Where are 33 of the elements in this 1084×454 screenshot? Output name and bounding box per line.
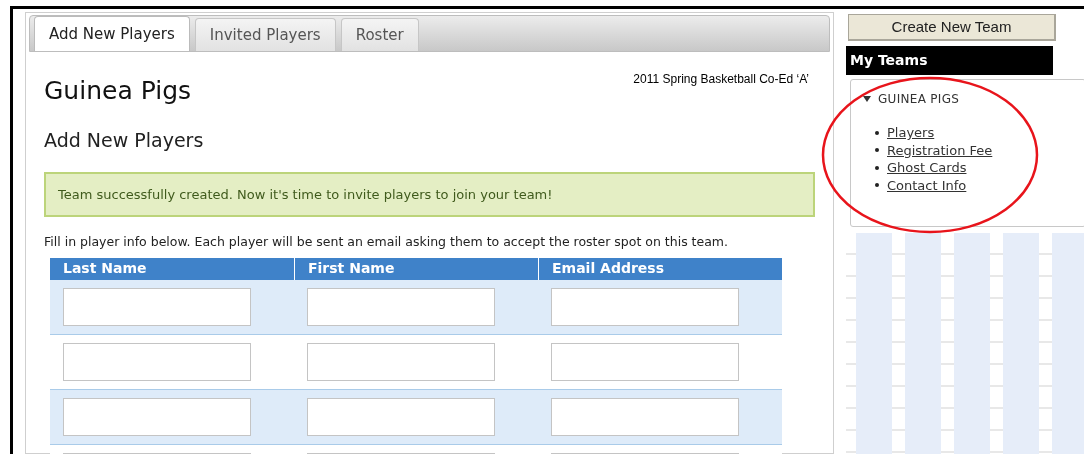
bullet-icon (875, 130, 879, 135)
team-link[interactable]: Contact Info (887, 175, 967, 195)
column-header: Email Address (538, 257, 782, 280)
text-input[interactable] (551, 397, 739, 436)
league-name: 2011 Spring Basketball Co-Ed ‘A’ (633, 71, 809, 88)
text-input[interactable] (63, 342, 251, 381)
team-link[interactable]: Registration Fee (887, 140, 993, 160)
text-input[interactable] (63, 397, 251, 436)
triangle-down-icon (863, 96, 871, 102)
team-name: GUINEA PIGS (878, 91, 960, 108)
team-link[interactable]: Ghost Cards (887, 158, 967, 178)
text-input[interactable] (551, 287, 739, 326)
success-message: Team successfully created. Now it's time to invite players to join your team! (44, 172, 815, 217)
section-title: Add New Players (44, 127, 205, 153)
column-header: First Name (294, 257, 538, 280)
text-input[interactable] (307, 397, 495, 436)
tab[interactable]: Invited Players (194, 18, 336, 51)
team-link[interactable]: Players (887, 123, 935, 143)
team-toggle[interactable]: GUINEA PIGS (863, 90, 960, 108)
text-input[interactable] (551, 342, 739, 381)
bullet-icon (875, 148, 879, 153)
text-input[interactable] (307, 342, 495, 381)
tab[interactable]: Add New Players (34, 16, 190, 51)
bullet-icon (875, 183, 879, 188)
bullet-icon (875, 165, 879, 170)
text-input[interactable] (63, 287, 251, 326)
tab[interactable]: Roster (340, 18, 419, 51)
create-team-button[interactable]: Create New Team (848, 14, 1056, 41)
text-input[interactable] (307, 287, 495, 326)
column-header: Last Name (62, 259, 148, 279)
instructions-text: Fill in player info below. Each player will be sent an email asking them to accept the roster spot on this team. (44, 233, 730, 251)
team-title: Guinea Pigs (44, 75, 192, 107)
my-teams-heading: My Teams (846, 46, 1053, 75)
